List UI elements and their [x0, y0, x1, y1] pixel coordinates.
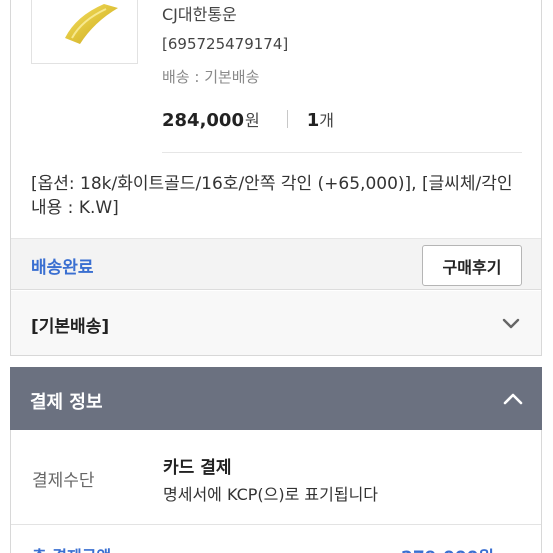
- payment-info-title: 결제 정보: [30, 392, 103, 413]
- payment-method-value: 카드 결제: [163, 458, 232, 478]
- chevron-up-icon[interactable]: [502, 388, 524, 410]
- payment-info-body: 결제수단 카드 결제 명세서에 KCP(으)로 표기됩니다 총 결제금액 279…: [10, 430, 542, 553]
- order-status-bar: 배송완료 구매후기: [11, 238, 541, 290]
- price-quantity-row: 284,000 원 1 개: [162, 107, 334, 131]
- divider: [11, 524, 541, 525]
- delivery-status: 배송완료: [31, 258, 94, 278]
- shipping-method: 배송 : 기본배송: [162, 68, 260, 86]
- write-review-button[interactable]: 구매후기: [422, 245, 522, 286]
- tracking-number[interactable]: [695725479174]: [162, 35, 288, 53]
- option-text: [옵션: 18k/화이트골드/16호/안쪽 각인 (+65,000)], [글씨…: [31, 174, 513, 218]
- payment-method-note: 명세서에 KCP(으)로 표기됩니다: [163, 485, 379, 504]
- chevron-down-icon[interactable]: [501, 313, 521, 333]
- total-amount-label: 총 결제금액: [32, 543, 111, 553]
- quantity-unit: 개: [319, 111, 334, 130]
- product-thumbnail[interactable]: [31, 0, 138, 64]
- courier-name: CJ대한통운: [162, 5, 237, 24]
- delivery-type-row[interactable]: [기본배송]: [11, 291, 541, 355]
- gold-ring-image: [65, 4, 118, 44]
- delivery-type-label: [기본배송]: [31, 317, 110, 337]
- total-amount-value: 279,000원: [401, 543, 494, 553]
- divider: [286, 110, 288, 128]
- quantity-value: 1: [306, 110, 320, 131]
- payment-method-label: 결제수단: [32, 471, 95, 491]
- payment-info-header[interactable]: 결제 정보: [10, 367, 542, 430]
- price-value: 284,000: [162, 110, 244, 131]
- divider: [162, 152, 522, 153]
- price-unit: 원: [244, 111, 260, 130]
- order-item-card: CJ대한통운 [695725479174] 배송 : 기본배송 284,000 …: [10, 0, 542, 356]
